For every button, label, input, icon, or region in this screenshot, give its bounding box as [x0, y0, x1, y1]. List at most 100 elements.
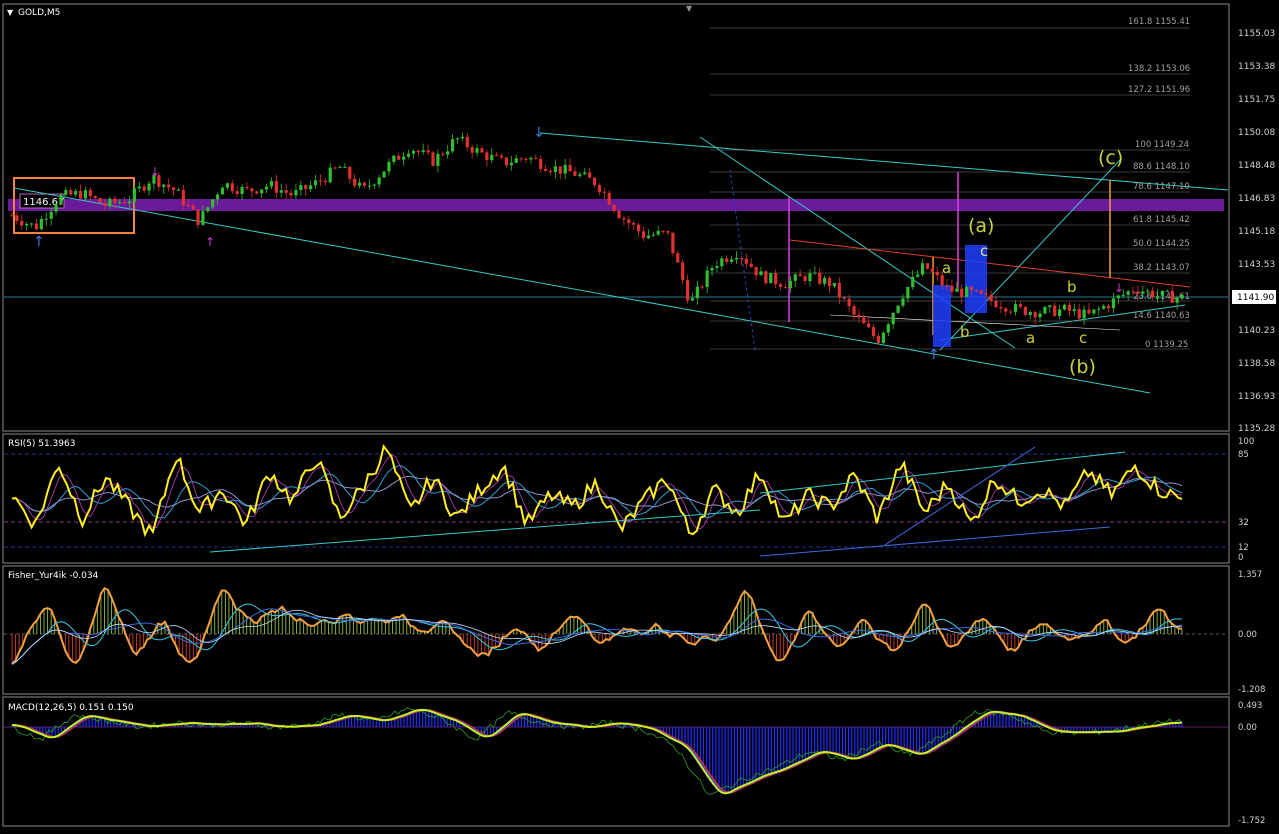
candle-body — [573, 171, 577, 176]
shift-marker-icon[interactable]: ▼ — [686, 4, 693, 13]
candle-body — [979, 290, 983, 294]
candle-body — [1048, 305, 1052, 308]
price-tick: 1145.18 — [1238, 227, 1275, 237]
fib-label: 0 1139.25 — [1145, 340, 1188, 350]
wave-label-c-minor: c — [1079, 329, 1087, 347]
candle-body — [578, 174, 582, 176]
candle-body — [426, 150, 430, 153]
rsi-axis: 100 85 32 12 0 — [1238, 437, 1254, 563]
candle-body — [206, 207, 210, 212]
candle-body — [39, 218, 43, 230]
candle-body — [832, 282, 837, 287]
macd-title: MACD(12,26,5) 0.151 0.150 — [8, 703, 134, 713]
candle-body — [29, 223, 34, 225]
candle-body — [818, 272, 822, 284]
candle-body — [1175, 297, 1179, 303]
candle-body — [411, 150, 416, 154]
candle-body — [1018, 304, 1023, 307]
candle-body — [108, 198, 112, 206]
price-tick: 1136.93 — [1238, 392, 1275, 402]
candle-body — [700, 286, 704, 288]
fisher-tick: 1.357 — [1238, 570, 1262, 580]
candle-body — [734, 257, 739, 260]
candle-body — [705, 270, 709, 288]
fib-label: 61.8 1145.42 — [1133, 215, 1190, 225]
candle-body — [852, 306, 856, 315]
candle-body — [671, 232, 675, 254]
candle-body — [969, 287, 974, 291]
candle-body — [656, 230, 660, 235]
fib-label: 14.6 1140.63 — [1133, 311, 1190, 321]
wave-label-c-major: (c) — [1098, 147, 1123, 169]
candle-body — [592, 177, 597, 186]
candle-body — [955, 288, 959, 292]
candle-body — [10, 215, 14, 217]
candle-body — [1072, 309, 1076, 311]
candle-body — [1092, 309, 1096, 314]
candle-body — [98, 198, 102, 203]
price-tick: 1143.53 — [1238, 260, 1275, 270]
candle-body — [906, 287, 910, 299]
candle-body — [1136, 291, 1140, 294]
candle-body — [867, 323, 871, 328]
purple-zone — [8, 199, 1224, 211]
candle-body — [348, 166, 352, 179]
candle-body — [646, 235, 651, 239]
dropdown-icon[interactable]: ▼ — [7, 8, 14, 17]
candle-body — [1121, 294, 1125, 296]
wave-label-a-minor: a — [1026, 329, 1035, 347]
candle-body — [788, 280, 792, 289]
price-tick: 1155.03 — [1238, 29, 1275, 39]
rsi-tick: 85 — [1238, 450, 1249, 460]
candle-body — [548, 171, 553, 173]
candle-body — [235, 191, 239, 195]
candle-body — [323, 180, 327, 183]
candle-body — [808, 273, 812, 281]
candle-body — [264, 186, 269, 190]
macd-tick: -1.752 — [1238, 816, 1265, 826]
fisher-tick: -1.208 — [1238, 685, 1265, 695]
candle-body — [965, 287, 969, 297]
price-tick: 1148.48 — [1238, 161, 1275, 171]
candle-body — [597, 185, 602, 192]
candle-body — [299, 185, 303, 191]
arrow-up-icon: ↑ — [205, 235, 215, 249]
candle-body — [749, 263, 753, 268]
candle-body — [485, 152, 489, 161]
candle-body — [920, 263, 925, 275]
arrow-down-icon: ↓ — [1114, 281, 1124, 295]
candle-body — [343, 166, 347, 168]
candle-body — [211, 199, 215, 208]
fib-label: 88.6 1148.10 — [1133, 162, 1190, 172]
candle-body — [490, 154, 494, 161]
fib-label: 50.0 1144.25 — [1133, 239, 1190, 249]
candle-body — [602, 191, 606, 193]
candle-body — [465, 136, 469, 148]
candle-body — [681, 262, 685, 280]
candle-body — [93, 196, 97, 199]
candle-body — [685, 279, 690, 301]
candle-body — [446, 151, 450, 155]
candle-body — [431, 152, 435, 166]
candle-body — [1038, 313, 1042, 318]
candle-body — [201, 211, 205, 225]
candle-body — [529, 157, 533, 160]
candle-body — [715, 266, 719, 268]
candle-body — [881, 332, 885, 343]
candle-body — [823, 277, 827, 284]
candle-body — [641, 231, 646, 239]
candle-body — [225, 183, 229, 188]
candle-body — [876, 336, 881, 343]
candle-body — [25, 223, 29, 226]
candle-body — [357, 182, 362, 186]
candle-body — [274, 181, 278, 193]
candle-body — [1009, 311, 1013, 313]
candle-body — [167, 184, 171, 188]
candle-body — [216, 194, 220, 200]
candle-body — [1131, 291, 1135, 293]
candle-body — [402, 156, 406, 160]
candle-body — [764, 271, 768, 284]
candle-body — [1043, 307, 1047, 314]
wave-label-a: a — [942, 259, 951, 277]
candle-body — [34, 223, 39, 230]
